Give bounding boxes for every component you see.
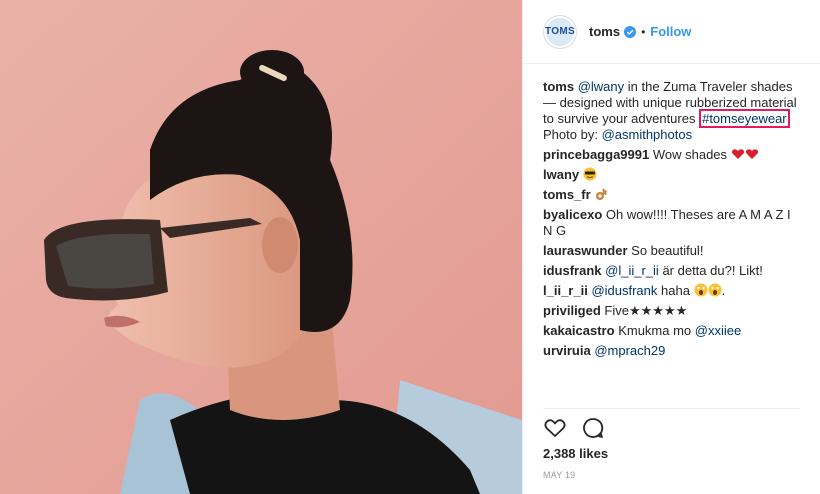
comment-username[interactable]: kakaicastro	[543, 323, 615, 338]
comment-item: priviliged Five★★★★★	[543, 303, 800, 319]
photo-by-label: Photo by:	[543, 127, 598, 142]
comment-text: haha	[661, 283, 690, 298]
photo-illustration	[0, 0, 522, 494]
comment-text: Five★★★★★	[604, 303, 688, 318]
comment-mention[interactable]: @l_ii_r_ii	[605, 263, 659, 278]
comment-username[interactable]: lauraswunder	[543, 243, 628, 258]
follow-button[interactable]: Follow	[650, 24, 691, 39]
post-date: MAY 19	[543, 470, 576, 480]
photo-by-mention[interactable]: @asmithphotos	[602, 127, 693, 142]
comment-item: urviruia @mprach29	[543, 343, 800, 359]
author-avatar[interactable]: TOMS	[543, 14, 577, 49]
comment-mention[interactable]: @xxiiee	[695, 323, 741, 338]
actions-divider	[543, 408, 800, 409]
caption-username[interactable]: toms	[543, 79, 574, 94]
comment-list: toms @lwany in the Zuma Traveler shades …	[523, 64, 820, 394]
comment-username[interactable]: lwany	[543, 167, 579, 182]
comment-mention[interactable]: @mprach29	[594, 343, 665, 358]
comment-username[interactable]: toms_fr	[543, 187, 591, 202]
ok-hand-emoji-icon	[596, 188, 607, 200]
heart-emoji-icon	[745, 149, 758, 159]
comment-icon[interactable]	[581, 416, 605, 440]
post-actions	[543, 416, 619, 440]
post-photo[interactable]	[0, 0, 522, 494]
post-header: TOMS toms • Follow	[523, 0, 820, 64]
caption-mention[interactable]: @lwany	[578, 79, 624, 94]
comment-text: är detta du?! Likt!	[662, 263, 763, 278]
comment-username[interactable]: urviruia	[543, 343, 591, 358]
cool-face-emoji-icon	[583, 167, 597, 181]
comment-item: idusfrank @l_ii_r_ii är detta du?! Likt!	[543, 263, 800, 279]
comment-username[interactable]: byalicexo	[543, 207, 602, 222]
comment-item: l_ii_r_ii @idusfrank haha .	[543, 283, 800, 299]
caption: toms @lwany in the Zuma Traveler shades …	[543, 79, 800, 143]
author-username[interactable]: toms	[589, 24, 620, 39]
comment-item: byalicexo Oh wow!!!! Theses are A M A Z …	[543, 207, 800, 239]
post-sidebar: TOMS toms • Follow toms @lwany in the Zu…	[522, 0, 820, 494]
comment-username[interactable]: princebagga9991	[543, 147, 649, 162]
comment-item: lwany	[543, 167, 800, 183]
comment-item: kakaicastro Kmukma mo @xxiiee	[543, 323, 800, 339]
instagram-post: TOMS toms • Follow toms @lwany in the Zu…	[0, 0, 820, 494]
comment-username[interactable]: priviliged	[543, 303, 601, 318]
comment-text: Kmukma mo	[618, 323, 692, 338]
comment-text: So beautiful!	[631, 243, 704, 258]
like-count[interactable]: 2,388 likes	[543, 446, 608, 461]
comment-item: toms_fr	[543, 187, 800, 203]
caption-hashtag[interactable]: #tomseyewear	[699, 109, 790, 128]
screaming-face-emoji-icon	[694, 283, 708, 297]
screaming-face-emoji-icon	[708, 283, 722, 297]
verified-badge-icon	[624, 25, 637, 38]
comment-suffix: .	[721, 283, 726, 298]
heart-icon[interactable]	[543, 416, 567, 440]
comment-item: princebagga9991 Wow shades	[543, 147, 800, 163]
comment-mention[interactable]: @idusfrank	[591, 283, 657, 298]
header-separator: •	[641, 24, 646, 39]
comment-item: lauraswunder So beautiful!	[543, 243, 800, 259]
comment-text: Wow shades	[652, 147, 728, 162]
comment-username[interactable]: l_ii_r_ii	[543, 283, 588, 298]
heart-emoji-icon	[731, 149, 744, 159]
avatar-logo-text: TOMS	[545, 17, 575, 46]
comment-username[interactable]: idusfrank	[543, 263, 602, 278]
